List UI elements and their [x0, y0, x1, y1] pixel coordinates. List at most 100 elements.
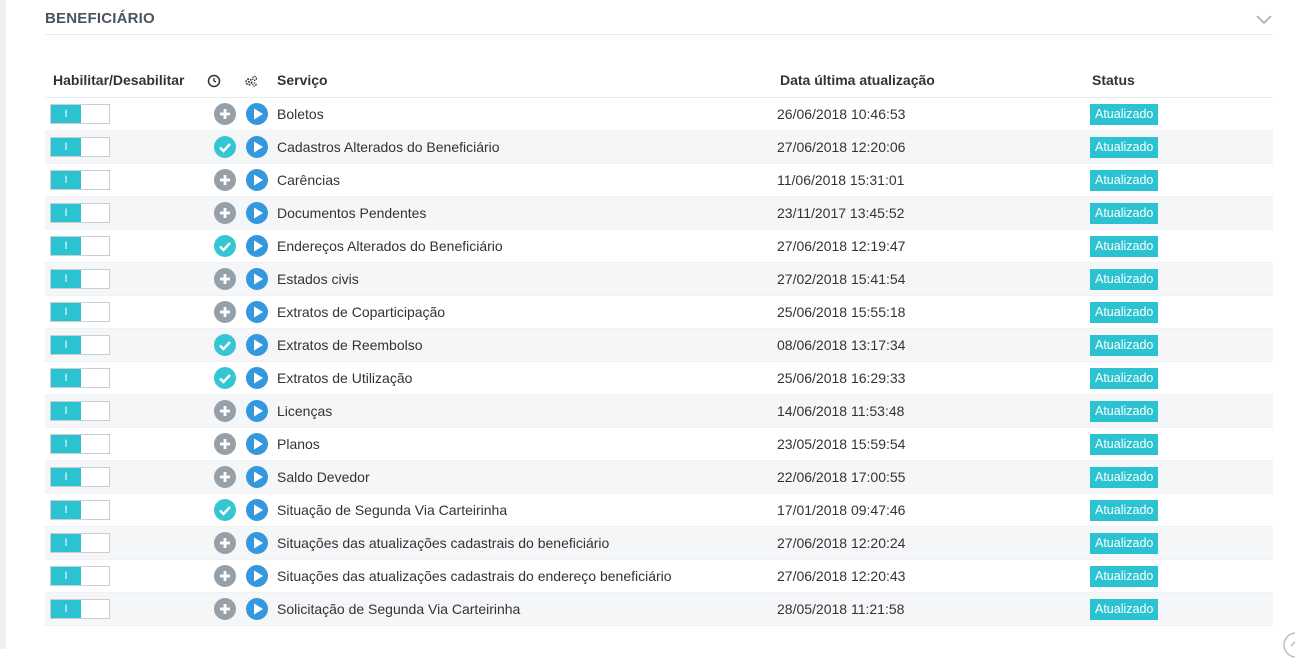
plus-circle-icon[interactable]: [214, 202, 236, 224]
play-cell: [240, 361, 277, 395]
play-circle-icon[interactable]: [246, 136, 268, 158]
play-circle-icon[interactable]: [246, 235, 268, 257]
status-cell: Atualizado: [1090, 229, 1273, 263]
service-name: Estados civis: [277, 262, 777, 296]
toggle-on-label: I: [51, 402, 81, 420]
plus-circle-icon[interactable]: [214, 532, 236, 554]
play-cell: [240, 394, 277, 428]
play-circle-icon[interactable]: [246, 367, 268, 389]
beneficiario-panel: BENEFICIÁRIO Habilitar/Desabilitar Servi…: [45, 0, 1273, 626]
enable-toggle[interactable]: I: [50, 335, 110, 355]
status-cell: Atualizado: [1090, 493, 1273, 527]
toggle-cell: I: [45, 196, 203, 230]
toggle-on-label: I: [51, 600, 81, 618]
check-circle-icon[interactable]: [214, 499, 236, 521]
play-circle-icon[interactable]: [246, 499, 268, 521]
status-icon-cell: [203, 361, 240, 395]
play-circle-icon[interactable]: [246, 433, 268, 455]
status-icon-cell: [203, 394, 240, 428]
plus-circle-icon[interactable]: [214, 598, 236, 620]
toggle-cell: I: [45, 163, 203, 197]
toggle-cell: I: [45, 493, 203, 527]
service-name: Situação de Segunda Via Carteirinha: [277, 493, 777, 527]
enable-toggle[interactable]: I: [50, 236, 110, 256]
toggle-on-label: I: [51, 567, 81, 585]
check-circle-icon[interactable]: [214, 334, 236, 356]
toggle-cell: I: [45, 559, 203, 593]
status-cell: Atualizado: [1090, 130, 1273, 164]
status-cell: Atualizado: [1090, 460, 1273, 494]
enable-toggle[interactable]: I: [50, 203, 110, 223]
toggle-on-label: I: [51, 336, 81, 354]
play-circle-icon[interactable]: [246, 466, 268, 488]
play-circle-icon[interactable]: [246, 268, 268, 290]
status-badge: Atualizado: [1090, 136, 1159, 158]
toggle-on-label: I: [51, 237, 81, 255]
play-circle-icon[interactable]: [246, 565, 268, 587]
service-name: Solicitação de Segunda Via Carteirinha: [277, 592, 777, 626]
status-cell: Atualizado: [1090, 163, 1273, 197]
enable-toggle[interactable]: I: [50, 434, 110, 454]
status-icon-cell: [203, 130, 240, 164]
play-circle-icon[interactable]: [246, 103, 268, 125]
play-cell: [240, 526, 277, 560]
play-circle-icon[interactable]: [246, 532, 268, 554]
play-circle-icon[interactable]: [246, 202, 268, 224]
header-service: Serviço: [277, 62, 777, 98]
status-icon-cell: [203, 460, 240, 494]
enable-toggle[interactable]: I: [50, 104, 110, 124]
enable-toggle[interactable]: I: [50, 500, 110, 520]
service-name: Documentos Pendentes: [277, 196, 777, 230]
enable-toggle[interactable]: I: [50, 599, 110, 619]
enable-toggle[interactable]: I: [50, 533, 110, 553]
panel-header: BENEFICIÁRIO: [45, 0, 1273, 35]
last-update-date: 23/11/2017 13:45:52: [777, 196, 1090, 230]
play-circle-icon[interactable]: [246, 400, 268, 422]
check-circle-icon[interactable]: [214, 136, 236, 158]
last-update-date: 27/06/2018 12:20:43: [777, 559, 1090, 593]
table-row: I Planos 23/05/2018 15:59:54 Atualizado: [45, 427, 1273, 461]
play-circle-icon[interactable]: [246, 334, 268, 356]
plus-circle-icon[interactable]: [214, 565, 236, 587]
play-circle-icon[interactable]: [246, 169, 268, 191]
plus-circle-icon[interactable]: [214, 466, 236, 488]
check-circle-icon[interactable]: [214, 367, 236, 389]
plus-circle-icon[interactable]: [214, 400, 236, 422]
enable-toggle[interactable]: I: [50, 566, 110, 586]
enable-toggle[interactable]: I: [50, 302, 110, 322]
plus-circle-icon[interactable]: [214, 268, 236, 290]
status-cell: Atualizado: [1090, 361, 1273, 395]
last-update-date: 27/06/2018 12:19:47: [777, 229, 1090, 263]
play-cell: [240, 295, 277, 329]
status-cell: Atualizado: [1090, 295, 1273, 329]
enable-toggle[interactable]: I: [50, 368, 110, 388]
toggle-cell: I: [45, 427, 203, 461]
status-cell: Atualizado: [1090, 559, 1273, 593]
toggle-cell: I: [45, 361, 203, 395]
left-border-strip: [0, 0, 6, 649]
last-update-date: 22/06/2018 17:00:55: [777, 460, 1090, 494]
plus-circle-icon[interactable]: [214, 433, 236, 455]
last-update-date: 26/06/2018 10:46:53: [777, 97, 1090, 131]
plus-circle-icon[interactable]: [214, 103, 236, 125]
enable-toggle[interactable]: I: [50, 401, 110, 421]
play-circle-icon[interactable]: [246, 598, 268, 620]
enable-toggle[interactable]: I: [50, 467, 110, 487]
status-icon-cell: [203, 328, 240, 362]
chevron-down-icon[interactable]: [1255, 12, 1273, 26]
enable-toggle[interactable]: I: [50, 170, 110, 190]
table-row: I Cadastros Alterados do Beneficiário 27/0…: [45, 130, 1273, 164]
toggle-on-label: I: [51, 468, 81, 486]
enable-toggle[interactable]: I: [50, 269, 110, 289]
toggle-cell: I: [45, 592, 203, 626]
check-circle-icon[interactable]: [214, 235, 236, 257]
play-circle-icon[interactable]: [246, 301, 268, 323]
play-cell: [240, 427, 277, 461]
status-badge: Atualizado: [1090, 367, 1159, 389]
arrow-up-circle-icon[interactable]: [1281, 630, 1295, 660]
plus-circle-icon[interactable]: [214, 169, 236, 191]
status-badge: Atualizado: [1090, 301, 1159, 323]
table-header-row: Habilitar/Desabilitar Serviço Data últim…: [45, 62, 1273, 98]
plus-circle-icon[interactable]: [214, 301, 236, 323]
enable-toggle[interactable]: I: [50, 137, 110, 157]
